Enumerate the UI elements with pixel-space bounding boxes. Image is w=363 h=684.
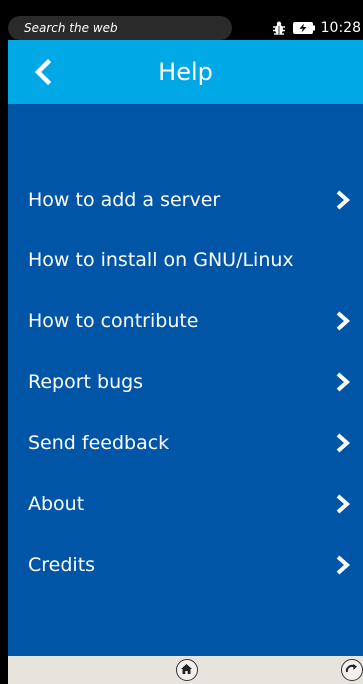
- menu-item-install-gnu-linux[interactable]: How to install on GNU/Linux: [8, 230, 363, 290]
- bottom-bar: [8, 656, 363, 684]
- header: Help: [8, 40, 363, 104]
- menu-item-label: Report bugs: [28, 371, 144, 393]
- help-menu: How to add a server How to install on GN…: [8, 104, 363, 656]
- menu-item-label: How to contribute: [28, 310, 199, 332]
- menu-item-send-feedback[interactable]: Send feedback: [8, 413, 363, 473]
- chevron-right-icon: [336, 555, 351, 575]
- chevron-right-icon: [336, 311, 351, 331]
- chevron-right-icon: [336, 190, 351, 210]
- search-input[interactable]: Search the web: [8, 16, 232, 40]
- chevron-right-icon: [336, 372, 351, 392]
- menu-item-label: Credits: [28, 554, 96, 576]
- menu-item-report-bugs[interactable]: Report bugs: [8, 352, 363, 412]
- menu-item-label: Send feedback: [28, 432, 170, 454]
- help-screen: Search the web 10:28 Help How to add a s…: [8, 0, 363, 684]
- home-icon: [181, 664, 192, 674]
- chevron-right-icon: [336, 433, 351, 453]
- home-button[interactable]: [176, 659, 198, 681]
- menu-item-contribute[interactable]: How to contribute: [8, 291, 363, 351]
- refresh-icon: [345, 664, 357, 673]
- battery-charging-icon: [292, 22, 315, 34]
- status-bar: Search the web 10:28: [8, 0, 363, 40]
- menu-item-about[interactable]: About: [8, 474, 363, 534]
- menu-item-add-server[interactable]: How to add a server: [8, 170, 363, 230]
- clock: 10:28: [320, 20, 361, 36]
- refresh-button[interactable]: [341, 659, 363, 681]
- chevron-right-icon: [336, 494, 351, 514]
- page-title: Help: [158, 58, 213, 86]
- chevron-left-icon[interactable]: [28, 56, 60, 88]
- menu-item-credits[interactable]: Credits: [8, 535, 363, 595]
- menu-item-label: About: [28, 493, 85, 515]
- bug-icon: [272, 21, 285, 35]
- menu-item-label: How to add a server: [28, 189, 221, 211]
- status-icons: 10:28: [271, 16, 361, 40]
- menu-item-label: How to install on GNU/Linux: [28, 249, 294, 271]
